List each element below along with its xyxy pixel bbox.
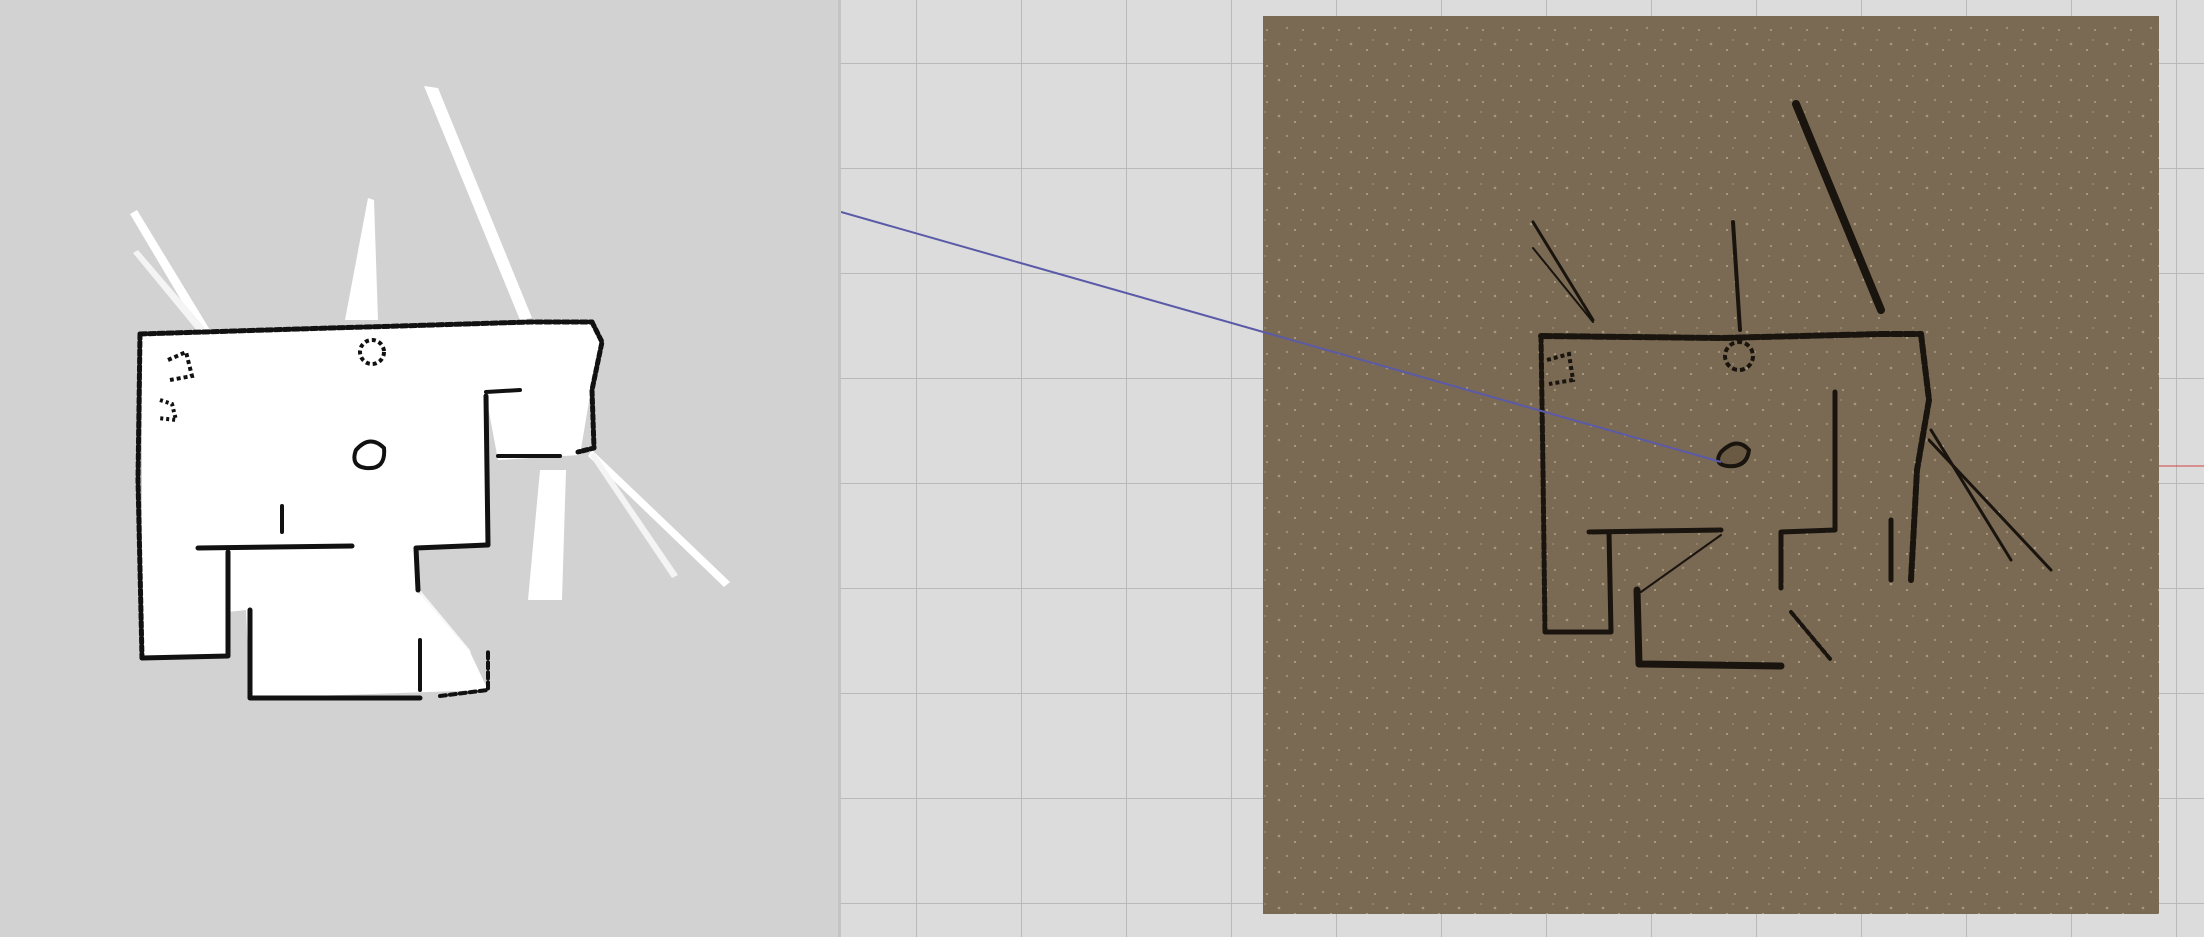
laser-ray: [424, 86, 532, 320]
ground-plane-texture: [1263, 16, 2159, 914]
laser-ray: [345, 198, 378, 320]
laser-ray: [590, 452, 678, 578]
laser-ray: [528, 470, 566, 600]
wall-middle-ledge: [195, 543, 355, 551]
wall-inner-step: [484, 388, 522, 394]
simulation-workspace: [0, 0, 2204, 937]
world-3d-view[interactable]: [841, 0, 2204, 937]
ground-plane[interactable]: [1263, 16, 2159, 914]
laser-ray: [588, 450, 730, 587]
occupancy-map-view[interactable]: [0, 0, 841, 937]
free-space-region: [142, 322, 602, 698]
world-wall-ledge: [1586, 527, 1724, 535]
laser-ray: [133, 250, 205, 332]
occupancy-map-canvas[interactable]: [0, 0, 841, 937]
laser-ray: [130, 210, 210, 332]
wall-left: [135, 331, 145, 661]
world-3d-canvas[interactable]: [841, 0, 2204, 937]
